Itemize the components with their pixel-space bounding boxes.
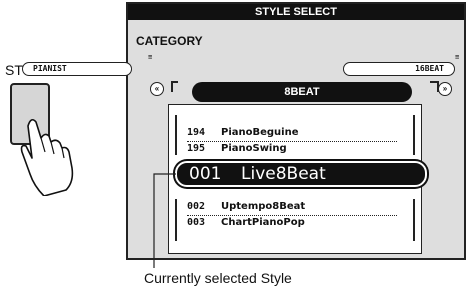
selected-name: Live8Beat xyxy=(241,164,326,184)
item-number: 195 xyxy=(187,143,206,154)
caption-text: Currently selected Style xyxy=(144,270,292,286)
item-number: 002 xyxy=(187,201,206,212)
row-divider xyxy=(187,141,397,142)
screen-title: STYLE SELECT xyxy=(128,4,464,20)
item-name: PianoSwing xyxy=(221,143,287,154)
item-name: ChartPianoPop xyxy=(221,217,305,228)
current-category: 8BEAT xyxy=(192,82,412,102)
list-bracket-left-top xyxy=(175,115,177,155)
list-item[interactable]: 194 PianoBeguine xyxy=(187,127,299,138)
list-item[interactable]: 195 PianoSwing xyxy=(187,143,287,154)
callout-line xyxy=(153,173,176,268)
list-item[interactable]: 002 Uptempo8Beat xyxy=(187,201,305,212)
item-name: PianoBeguine xyxy=(221,127,299,138)
selected-number: 001 xyxy=(189,164,222,184)
item-number: 194 xyxy=(187,127,206,138)
list-bracket-right-bottom xyxy=(413,199,415,241)
category-label: CATEGORY xyxy=(136,34,203,48)
list-item[interactable]: 003 ChartPianoPop xyxy=(187,217,305,228)
item-number: 003 xyxy=(187,217,206,228)
prev-category-box[interactable]: PIANIST xyxy=(22,62,132,76)
row-divider xyxy=(187,215,397,216)
list-bracket-right-top xyxy=(413,115,415,155)
next-tab-marker: ≡ xyxy=(455,53,460,61)
prev-tab-marker: ≡ xyxy=(148,53,153,61)
pressing-hand-icon xyxy=(20,118,74,196)
item-name: Uptempo8Beat xyxy=(221,201,306,212)
selected-style[interactable]: 001 Live8Beat xyxy=(175,161,427,187)
